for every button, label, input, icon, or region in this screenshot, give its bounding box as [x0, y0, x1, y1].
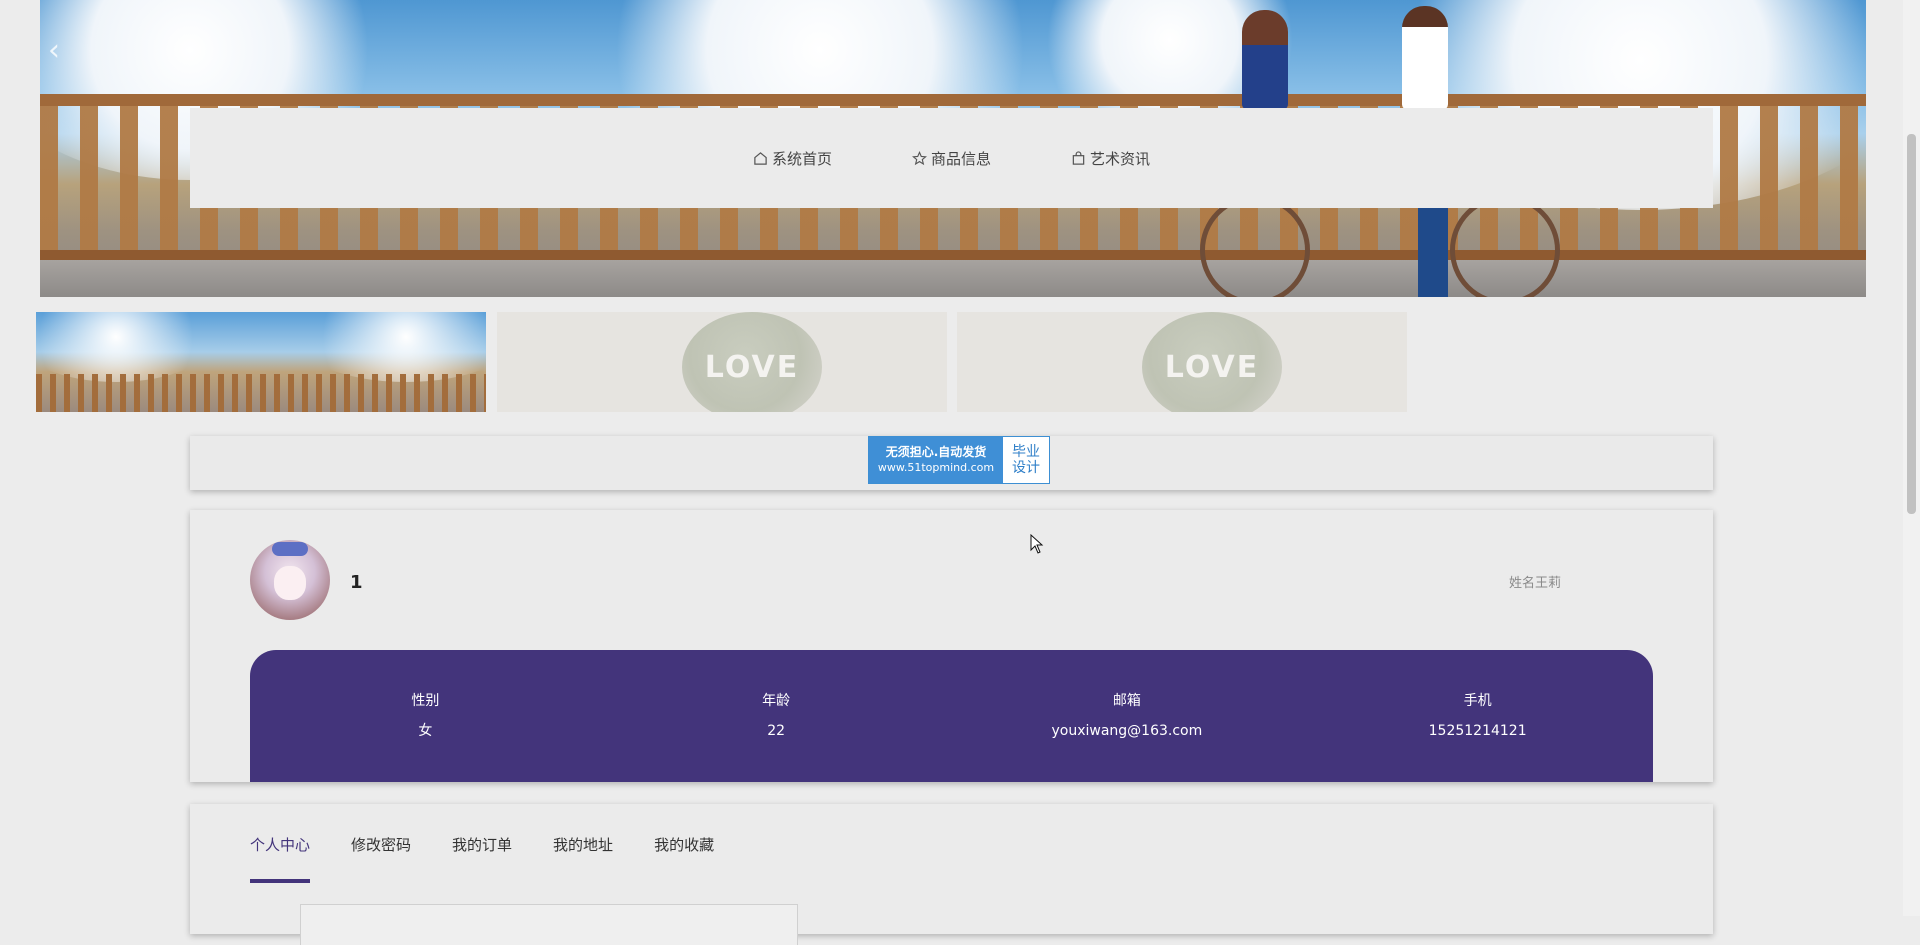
nav-item-label: 商品信息	[930, 149, 991, 168]
page-scrollbar-thumb[interactable]	[1907, 134, 1916, 514]
nav-item-label: 艺术资讯	[1090, 149, 1151, 168]
profile-username: 1	[350, 572, 363, 593]
tab-change-password[interactable]: 修改密码	[351, 834, 411, 883]
carousel-thumbnail-3[interactable]: LOVE	[957, 312, 1407, 412]
nav-item-art-news[interactable]: 艺术资讯	[1071, 148, 1150, 169]
tab-my-favorites[interactable]: 我的收藏	[654, 834, 714, 883]
ad-badge-link[interactable]: 无须担心.自动发货 www.51topmind.com 毕业 设计	[868, 436, 1050, 484]
profile-real-name: 姓名王莉	[1508, 576, 1561, 591]
tab-content-box	[300, 904, 798, 945]
ad-line1: 无须担心.自动发货	[885, 445, 987, 459]
bag-icon	[1072, 150, 1085, 165]
carousel-thumbnail-1[interactable]	[36, 312, 486, 412]
profile-card: 1 姓名王莉 性别 女 年龄 22 邮箱 youxiwang@163.com 手…	[190, 510, 1713, 782]
thumbnail-love-text: LOVE	[704, 350, 800, 385]
tab-personal-center[interactable]: 个人中心	[250, 834, 311, 883]
ad-badge-side: 毕业 设计	[1003, 437, 1049, 483]
tab-my-orders[interactable]: 我的订单	[452, 834, 512, 883]
info-gender: 性别 女	[325, 689, 525, 743]
ad-line2: www.51topmind.com	[877, 461, 995, 474]
info-value: 15251214121	[1428, 723, 1527, 739]
nav-item-label: 系统首页	[771, 149, 832, 168]
tab-my-address[interactable]: 我的地址	[553, 834, 613, 883]
slider-prev-arrow-icon[interactable]: ‹	[48, 36, 78, 66]
mouse-cursor-icon	[1030, 534, 1044, 554]
ad-badge-main: 无须担心.自动发货 www.51topmind.com	[869, 437, 1003, 483]
main-navigation: 系统首页 商品信息 艺术资讯	[190, 108, 1713, 208]
info-label: 年龄	[762, 693, 791, 709]
profile-info-box: 性别 女 年龄 22 邮箱 youxiwang@163.com 手机 15251…	[250, 650, 1653, 782]
user-tabs-card: 个人中心 修改密码 我的订单 我的地址 我的收藏	[190, 804, 1713, 945]
info-age: 年龄 22	[676, 689, 876, 743]
home-icon	[754, 151, 767, 165]
star-icon	[912, 150, 927, 165]
thumbnail-love-text: LOVE	[1164, 350, 1260, 385]
info-label: 邮箱	[1112, 693, 1141, 709]
info-phone: 手机 15251214121	[1378, 689, 1578, 743]
info-label: 手机	[1463, 693, 1492, 709]
carousel-thumbnail-2[interactable]: LOVE	[497, 312, 947, 412]
info-value: youxiwang@163.com	[1051, 723, 1203, 739]
info-value: 女	[418, 723, 433, 739]
info-email: 邮箱 youxiwang@163.com	[1027, 689, 1227, 743]
nav-item-home[interactable]: 系统首页	[753, 148, 832, 169]
avatar	[250, 540, 330, 620]
ad-panel: 无须担心.自动发货 www.51topmind.com 毕业 设计	[190, 436, 1713, 490]
info-value: 22	[767, 723, 786, 739]
info-label: 性别	[411, 693, 440, 709]
ad-side1: 毕业	[1012, 444, 1040, 460]
nav-item-products[interactable]: 商品信息	[912, 148, 991, 169]
ad-side2: 设计	[1012, 460, 1040, 476]
user-tabs: 个人中心 修改密码 我的订单 我的地址 我的收藏	[250, 834, 714, 883]
